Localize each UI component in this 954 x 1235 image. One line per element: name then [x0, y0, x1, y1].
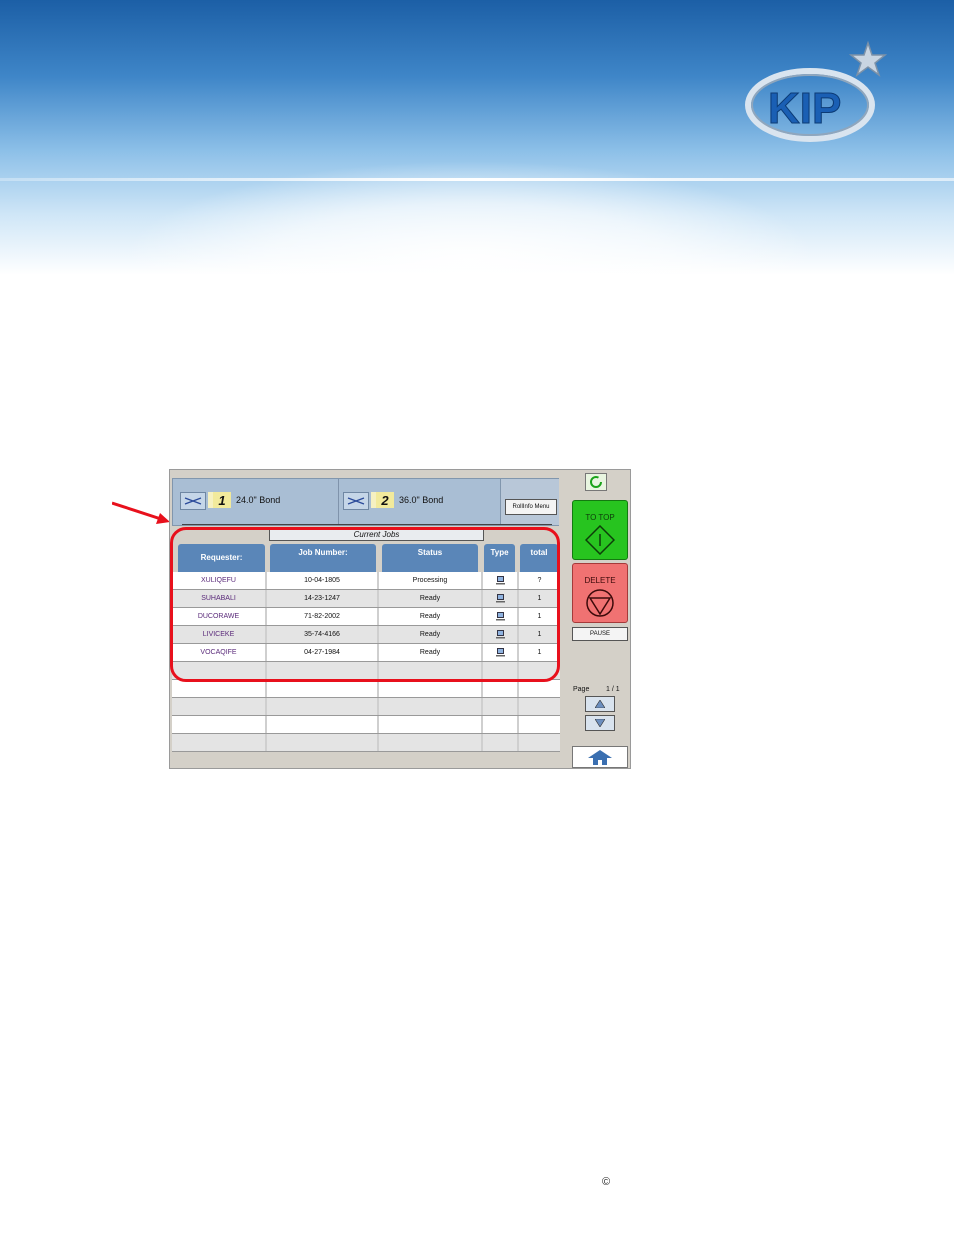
delete-label: DELETE — [584, 576, 616, 585]
empty-table-row — [172, 698, 560, 716]
empty-table-row — [172, 716, 560, 734]
page-indicator: 1 / 1 — [606, 686, 620, 693]
triangle-up-icon — [595, 700, 605, 708]
highlight-ring — [170, 527, 560, 682]
pause-button[interactable]: PAUSE — [572, 627, 628, 641]
cutter-button-roll-1[interactable] — [180, 492, 206, 510]
delete-button[interactable]: DELETE — [572, 563, 628, 623]
copyright-symbol: © — [602, 1176, 611, 1188]
roll-label-2: 36.0" Bond — [399, 495, 444, 505]
divider-line — [182, 524, 552, 525]
to-top-button[interactable]: TO TOP — [572, 500, 628, 560]
roll-number-2: 2 — [371, 492, 394, 508]
roll-label-1: 24.0" Bond — [236, 495, 281, 505]
header-banner: KIP — [0, 0, 954, 275]
page-up-button[interactable] — [585, 696, 615, 712]
empty-table-row — [172, 734, 560, 752]
stop-icon — [586, 589, 614, 617]
refresh-icon — [590, 476, 602, 488]
roll-status-bar: 1 24.0" Bond 2 36.0" Bond RollInfo Menu — [172, 478, 559, 526]
start-diamond-icon — [585, 525, 615, 555]
pointer-arrow — [112, 501, 170, 524]
cutter-button-roll-2[interactable] — [343, 492, 369, 510]
roll-divider — [338, 479, 339, 525]
status-indicator — [585, 473, 607, 491]
printer-ui-panel: 1 24.0" Bond 2 36.0" Bond RollInfo Menu … — [169, 469, 631, 769]
triangle-down-icon — [595, 719, 605, 727]
rollinfo-area: RollInfo Menu — [500, 479, 559, 525]
scissors-icon — [184, 497, 202, 505]
home-icon — [588, 750, 612, 765]
page-down-button[interactable] — [585, 715, 615, 731]
kip-logo: KIP — [745, 40, 888, 142]
side-control-panel: TO TOP DELETE PAUSE Page 1 / 1 — [568, 470, 630, 768]
banner-streak — [0, 178, 954, 181]
to-top-label: TO TOP — [585, 513, 615, 522]
rollinfo-menu-button[interactable]: RollInfo Menu — [505, 499, 557, 515]
roll-number-1: 1 — [208, 492, 231, 508]
svg-text:KIP: KIP — [768, 84, 841, 133]
empty-table-row — [172, 680, 560, 698]
page-label: Page — [573, 686, 590, 693]
scissors-icon — [347, 497, 365, 505]
home-button[interactable] — [572, 746, 628, 768]
